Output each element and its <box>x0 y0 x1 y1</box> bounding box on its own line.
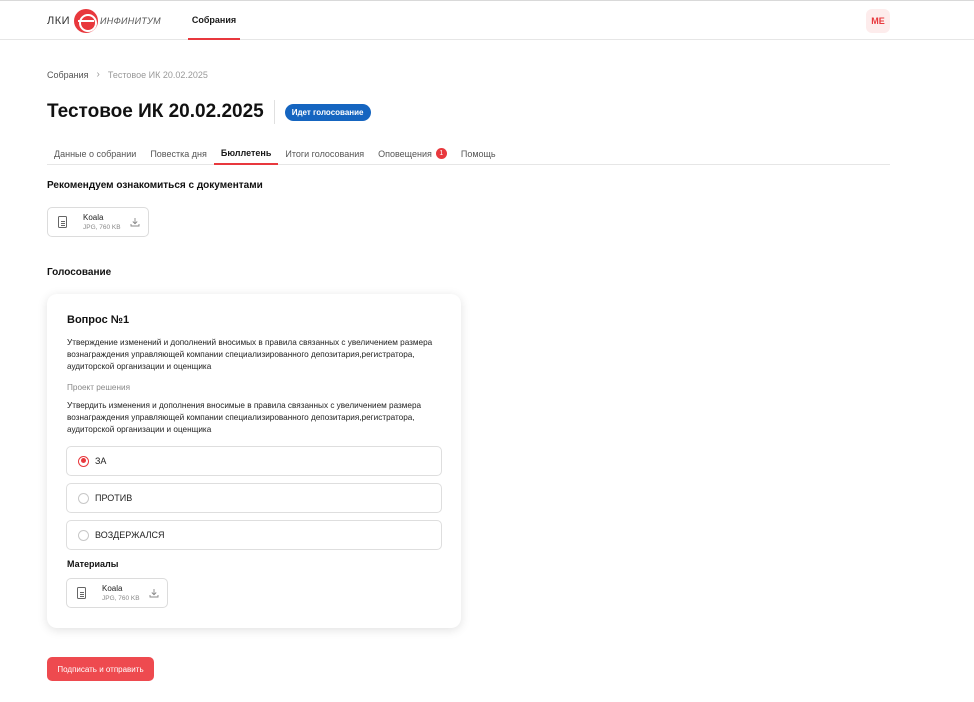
top-header: ЛКИ ИНФИНИТУМ Собрания МЕ <box>0 0 974 40</box>
option-label: ЗА <box>95 456 107 466</box>
option-label: ПРОТИВ <box>95 493 133 503</box>
avatar[interactable]: МЕ <box>866 9 890 33</box>
option-label: ВОЗДЕРЖАЛСЯ <box>95 530 165 540</box>
page-title: Тестовое ИК 20.02.2025 <box>47 101 264 122</box>
file-info: Koala JPG, 760 KB <box>102 583 149 604</box>
voting-heading: Голосование <box>47 267 112 278</box>
notification-count-badge: 1 <box>435 148 447 159</box>
tab-voting-results[interactable]: Итоги голосования <box>278 142 371 165</box>
project-text: Утвердить изменения и дополнения вносимы… <box>67 401 422 434</box>
download-icon[interactable] <box>149 588 159 598</box>
material-file-card[interactable]: Koala JPG, 760 KB <box>66 578 168 608</box>
logo-prefix: ЛКИ <box>47 15 71 27</box>
tab-label: Данные о собрании <box>54 148 137 159</box>
logo-mark-icon <box>74 9 99 33</box>
file-meta: JPG, 760 KB <box>83 223 121 231</box>
title-divider <box>273 100 275 124</box>
option-abstain[interactable]: ВОЗДЕРЖАЛСЯ <box>66 520 442 550</box>
tab-label: Повестка дня <box>150 148 207 159</box>
tab-notifications[interactable]: Оповещения 1 <box>371 142 454 165</box>
tab-label: Итоги голосования <box>285 148 365 159</box>
breadcrumb-root[interactable]: Собрания <box>47 70 89 80</box>
radio-checked-icon[interactable] <box>78 455 89 467</box>
tab-label: Помощь <box>460 148 496 159</box>
radio-icon[interactable] <box>78 492 89 504</box>
document-icon <box>77 587 86 599</box>
title-row: Тестовое ИК 20.02.2025 Идет голосование <box>47 99 371 125</box>
tab-label: Оповещения <box>378 148 432 159</box>
question-title: Вопрос №1 <box>67 314 130 326</box>
nav-item-meetings[interactable]: Собрания <box>188 1 240 40</box>
breadcrumb: Собрания › Тестовое ИК 20.02.2025 <box>47 69 208 80</box>
option-against[interactable]: ПРОТИВ <box>66 483 442 513</box>
radio-icon[interactable] <box>78 529 89 541</box>
tab-help[interactable]: Помощь <box>454 142 503 165</box>
project-label: Проект решения <box>67 383 131 392</box>
status-badge: Идет голосование <box>284 103 371 121</box>
document-icon <box>58 216 67 228</box>
download-icon[interactable] <box>130 217 140 227</box>
question-text: Утверждение изменений и дополнений вноси… <box>67 338 433 371</box>
logo[interactable]: ЛКИ ИНФИНИТУМ <box>47 9 161 33</box>
option-for[interactable]: ЗА <box>66 446 442 476</box>
tab-label: Бюллетень <box>220 147 272 158</box>
question-card: Вопрос №1 Утверждение изменений и дополн… <box>47 294 461 628</box>
chevron-right-icon: › <box>96 69 100 80</box>
tab-agenda[interactable]: Повестка дня <box>143 142 214 165</box>
sign-and-submit-button[interactable]: Подписать и отправить <box>47 657 154 681</box>
file-name: Koala <box>83 212 104 222</box>
file-meta: JPG, 760 KB <box>102 594 140 602</box>
tab-bar: Данные о собрании Повестка дня Бюллетень… <box>47 142 890 165</box>
file-name: Koala <box>102 583 123 593</box>
file-info: Koala JPG, 760 KB <box>83 212 130 233</box>
tab-meeting-data[interactable]: Данные о собрании <box>47 142 143 165</box>
tab-ballot[interactable]: Бюллетень <box>213 142 279 165</box>
logo-brand: ИНФИНИТУМ <box>100 16 161 26</box>
breadcrumb-current: Тестовое ИК 20.02.2025 <box>107 69 208 80</box>
materials-label: Материалы <box>67 559 119 569</box>
documents-heading: Рекомендуем ознакомиться с документами <box>47 180 263 191</box>
document-file-card[interactable]: Koala JPG, 760 KB <box>47 207 149 237</box>
